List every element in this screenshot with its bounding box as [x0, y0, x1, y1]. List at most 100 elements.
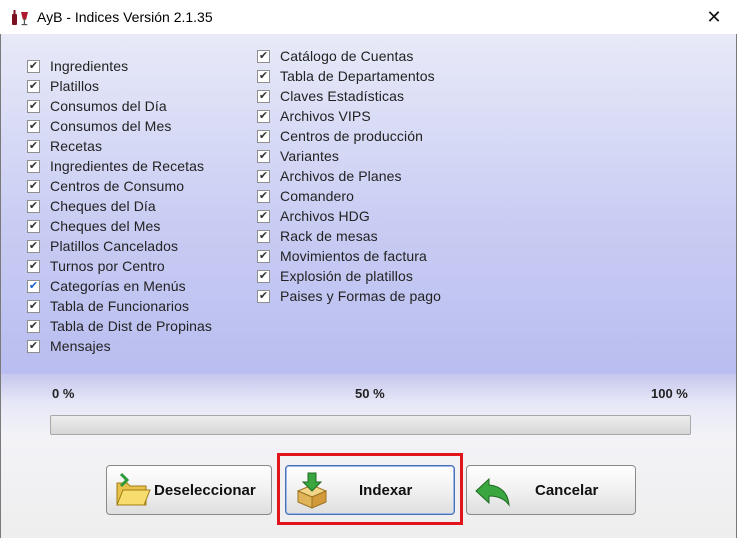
checkbox[interactable]: ✔ [27, 119, 40, 133]
title-bar: AyB - Indices Versión 2.1.35 ✕ [0, 0, 737, 34]
checkbox-label: Ingredientes [50, 58, 129, 74]
checkbox-label: Turnos por Centro [50, 258, 165, 274]
checkbox-item-catalogo-de-cuentas[interactable]: ✔ Catálogo de Cuentas [257, 46, 441, 66]
checkbox-item-explosion-de-platillos[interactable]: ✔ Explosión de platillos [257, 266, 441, 286]
checkbox-item-mensajes[interactable]: ✔ Mensajes [27, 336, 212, 356]
checkbox[interactable]: ✔ [27, 299, 40, 313]
checkbox-item-turnos-por-centro[interactable]: ✔ Turnos por Centro [27, 256, 212, 276]
checkbox-item-paises-y-formas-de-pago[interactable]: ✔ Paises y Formas de pago [257, 286, 441, 306]
checkbox[interactable]: ✔ [257, 209, 270, 223]
checkbox[interactable]: ✔ [257, 69, 270, 83]
checkbox-item-archivos-hdg[interactable]: ✔ Archivos HDG [257, 206, 441, 226]
checkbox[interactable]: ✔ [27, 219, 40, 233]
checkbox[interactable]: ✔ [257, 129, 270, 143]
close-button[interactable]: ✕ [691, 0, 737, 34]
checkbox-item-consumos-del-dia[interactable]: ✔ Consumos del Día [27, 96, 212, 116]
checkbox-label: Archivos HDG [280, 208, 370, 224]
checkbox[interactable]: ✔ [27, 79, 40, 93]
checkbox-label: Ingredientes de Recetas [50, 158, 205, 174]
checkbox-item-comandero[interactable]: ✔ Comandero [257, 186, 441, 206]
checkbox-item-recetas[interactable]: ✔ Recetas [27, 136, 212, 156]
progress-bar [50, 415, 691, 435]
box-with-down-arrow-icon [296, 472, 328, 509]
checkbox-label: Recetas [50, 138, 103, 154]
checkbox-label: Archivos VIPS [280, 108, 371, 124]
checkbox-item-tabla-de-departamentos[interactable]: ✔ Tabla de Departamentos [257, 66, 441, 86]
checkbox[interactable]: ✔ [27, 139, 40, 153]
close-icon: ✕ [706, 6, 722, 27]
checkbox-item-tabla-de-dist-de-propinas[interactable]: ✔ Tabla de Dist de Propinas [27, 316, 212, 336]
checkbox-item-cheques-del-mes[interactable]: ✔ Cheques del Mes [27, 216, 212, 236]
back-arrow-icon [475, 477, 510, 507]
checkbox-item-ingredientes-de-recetas[interactable]: ✔ Ingredientes de Recetas [27, 156, 212, 176]
checkbox[interactable]: ✔ [257, 109, 270, 123]
wine-bottle-icon [12, 10, 28, 26]
checkbox-item-rack-de-mesas[interactable]: ✔ Rack de mesas [257, 226, 441, 246]
checkbox-label: Mensajes [50, 338, 111, 354]
checkbox-label: Consumos del Mes [50, 118, 172, 134]
checkbox[interactable]: ✔ [27, 279, 40, 293]
checkbox-label: Paises y Formas de pago [280, 288, 442, 304]
window-title: AyB - Indices Versión 2.1.35 [37, 9, 213, 25]
checkbox-label: Comandero [280, 188, 355, 204]
checkbox-label: Platillos [50, 78, 100, 94]
cancel-button-label: Cancelar [535, 481, 599, 499]
checkbox-panel: ✔ Ingredientes ✔ Platillos ✔ Consumos del Día… [1, 34, 736, 374]
checkbox-label: Tabla de Funcionarios [50, 298, 190, 314]
checkbox-item-platillos[interactable]: ✔ Platillos [27, 76, 212, 96]
checkbox-item-platillos-cancelados[interactable]: ✔ Platillos Cancelados [27, 236, 212, 256]
checkbox[interactable]: ✔ [257, 49, 270, 63]
checkbox[interactable]: ✔ [27, 259, 40, 273]
checkbox-label: Claves Estadísticas [280, 88, 405, 104]
checkbox-column-left: ✔ Ingredientes ✔ Platillos ✔ Consumos del Día… [27, 56, 212, 356]
checkbox-label: Cheques del Día [50, 198, 156, 214]
index-button[interactable]: Indexar [285, 465, 455, 515]
checkbox-item-ingredientes[interactable]: ✔ Ingredientes [27, 56, 212, 76]
checkbox-label: Archivos de Planes [280, 168, 402, 184]
checkbox-item-variantes[interactable]: ✔ Variantes [257, 146, 441, 166]
cancel-button[interactable]: Cancelar [466, 465, 636, 515]
checkbox-column-right: ✔ Catálogo de Cuentas ✔ Tabla de Departamen… [257, 46, 441, 306]
open-folder-icon [116, 472, 151, 506]
progress-label-start: 0 % [52, 386, 75, 401]
checkbox-label: Centros de producción [280, 128, 423, 144]
progress-label-mid: 50 % [355, 386, 385, 401]
deselect-button[interactable]: Deseleccionar [106, 465, 272, 515]
checkbox[interactable]: ✔ [257, 269, 270, 283]
checkbox-item-archivos-de-planes[interactable]: ✔ Archivos de Planes [257, 166, 441, 186]
checkbox-item-centros-de-consumo[interactable]: ✔ Centros de Consumo [27, 176, 212, 196]
checkbox[interactable]: ✔ [257, 169, 270, 183]
checkbox[interactable]: ✔ [27, 199, 40, 213]
checkbox[interactable]: ✔ [257, 149, 270, 163]
checkbox-label: Movimientos de factura [280, 248, 427, 264]
checkbox[interactable]: ✔ [27, 179, 40, 193]
checkbox-label: Rack de mesas [280, 228, 378, 244]
checkbox[interactable]: ✔ [257, 249, 270, 263]
checkbox[interactable]: ✔ [27, 239, 40, 253]
checkbox-label: Explosión de platillos [280, 268, 413, 284]
checkbox-label: Variantes [280, 148, 340, 164]
checkbox-item-archivos-vips[interactable]: ✔ Archivos VIPS [257, 106, 441, 126]
checkbox-label: Platillos Cancelados [50, 238, 179, 254]
checkbox-item-tabla-de-funcionarios[interactable]: ✔ Tabla de Funcionarios [27, 296, 212, 316]
index-button-label: Indexar [359, 481, 413, 499]
checkbox-item-consumos-del-mes[interactable]: ✔ Consumos del Mes [27, 116, 212, 136]
checkbox[interactable]: ✔ [257, 89, 270, 103]
checkbox[interactable]: ✔ [27, 319, 40, 333]
checkbox[interactable]: ✔ [27, 339, 40, 353]
checkbox-item-centros-de-produccion[interactable]: ✔ Centros de producción [257, 126, 441, 146]
checkbox-item-categorias-en-menus[interactable]: ✔ Categorías en Menús [27, 276, 212, 296]
checkbox[interactable]: ✔ [257, 229, 270, 243]
checkbox-label: Consumos del Día [50, 98, 167, 114]
checkbox-item-cheques-del-dia[interactable]: ✔ Cheques del Día [27, 196, 212, 216]
checkbox[interactable]: ✔ [27, 59, 40, 73]
checkbox[interactable]: ✔ [27, 99, 40, 113]
checkbox[interactable]: ✔ [257, 289, 270, 303]
checkbox-item-claves-estadisticas[interactable]: ✔ Claves Estadísticas [257, 86, 441, 106]
progress-label-end: 100 % [651, 386, 688, 401]
checkbox[interactable]: ✔ [257, 189, 270, 203]
checkbox-label: Cheques del Mes [50, 218, 161, 234]
checkbox-item-movimientos-de-factura[interactable]: ✔ Movimientos de factura [257, 246, 441, 266]
checkbox-label: Categorías en Menús [50, 278, 186, 294]
checkbox[interactable]: ✔ [27, 159, 40, 173]
